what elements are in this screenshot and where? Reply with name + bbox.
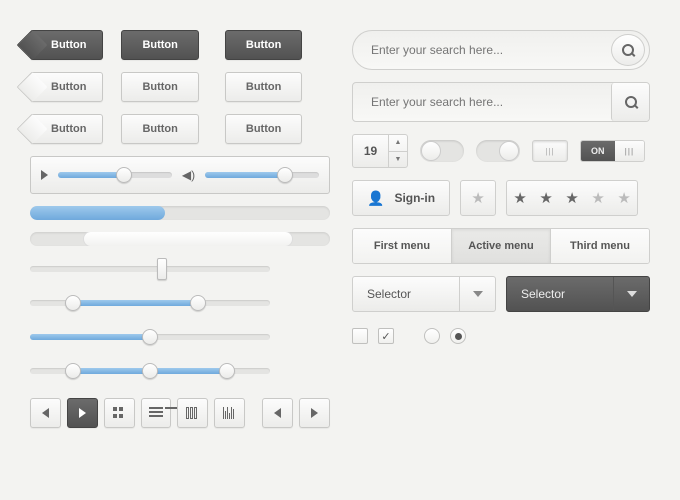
play-icon[interactable] <box>41 170 48 180</box>
label: Button <box>51 39 86 51</box>
toggle-round-on[interactable] <box>476 140 520 162</box>
list-icon <box>149 407 163 419</box>
search-button-2[interactable] <box>611 83 649 121</box>
seek-track[interactable] <box>58 172 172 178</box>
toggle-labeled[interactable]: ON||| <box>580 140 645 162</box>
barcode-icon <box>223 407 237 419</box>
view-columns-button[interactable] <box>177 398 208 428</box>
menu-tabs: First menu Active menu Third menu <box>352 228 650 264</box>
label: Button <box>142 39 177 51</box>
button-dark-2[interactable]: Button <box>225 30 302 60</box>
view-grid-button[interactable] <box>104 398 135 428</box>
selector-label: Selector <box>367 287 411 301</box>
toggle-square[interactable]: ||| <box>532 140 568 162</box>
toggle-round-off[interactable] <box>420 140 464 162</box>
tag-button-arrow[interactable]: Button <box>30 72 103 102</box>
star-button-single[interactable]: ★ <box>460 180 496 216</box>
tab-label: Third menu <box>570 240 630 252</box>
radio-checked[interactable] <box>450 328 466 344</box>
play-icon <box>79 408 86 418</box>
selector-dark[interactable]: Selector <box>506 276 650 312</box>
button-2[interactable]: Button <box>225 72 302 102</box>
audio-player: ◀) <box>30 156 330 194</box>
slider-single-square[interactable] <box>30 266 270 272</box>
tag-button-dark-arrow[interactable]: Button <box>30 30 103 60</box>
toggle-on-label: ON <box>581 141 615 161</box>
tag-button-arrow-2[interactable]: Button <box>30 114 103 144</box>
label: Button <box>51 123 86 135</box>
view-list-button[interactable] <box>141 398 172 428</box>
chevron-left-icon <box>274 408 281 418</box>
search-input[interactable] <box>371 43 611 57</box>
nav-next-button[interactable] <box>299 398 330 428</box>
star-icon: ★ <box>559 189 585 207</box>
star-icon: ★ <box>585 189 611 207</box>
slider-range[interactable] <box>30 300 270 306</box>
stepper-value: 19 <box>353 135 389 167</box>
play-button[interactable] <box>67 398 98 428</box>
tab-third[interactable]: Third menu <box>551 229 649 263</box>
selector-label: Selector <box>521 287 565 301</box>
search-rect <box>352 82 650 122</box>
selector-light[interactable]: Selector <box>352 276 496 312</box>
button[interactable]: Button <box>121 72 198 102</box>
grid-icon <box>113 407 125 419</box>
volume-track[interactable] <box>205 172 319 178</box>
progress-bar-blue <box>30 206 330 220</box>
nav-prev-button[interactable] <box>262 398 293 428</box>
chevron-right-icon <box>311 408 318 418</box>
view-barcode-button[interactable] <box>214 398 245 428</box>
columns-icon <box>186 407 200 419</box>
label: Button <box>246 123 281 135</box>
search-button[interactable] <box>611 34 645 66</box>
chevron-down-icon <box>473 291 483 297</box>
star-rating[interactable]: ★ ★ ★ ★ ★ <box>506 180 638 216</box>
search-icon <box>622 44 634 56</box>
tab-label: First menu <box>374 240 430 252</box>
volume-icon[interactable]: ◀) <box>182 168 195 182</box>
search-icon <box>625 96 637 108</box>
button-3[interactable]: Button <box>121 114 198 144</box>
label: Button <box>246 39 281 51</box>
user-icon: 👤 <box>367 190 384 207</box>
star-icon: ★ <box>507 189 533 207</box>
label: Button <box>142 123 177 135</box>
tab-label: Active menu <box>468 240 533 252</box>
radio-unchecked[interactable] <box>424 328 440 344</box>
signin-button[interactable]: 👤 Sign-in <box>352 180 450 216</box>
stepper-up[interactable]: ▲ <box>389 135 407 152</box>
checkbox-checked[interactable]: ✓ <box>378 328 394 344</box>
star-icon: ★ <box>465 189 491 207</box>
star-icon: ★ <box>611 189 637 207</box>
label: Button <box>142 81 177 93</box>
stepper-down[interactable]: ▼ <box>389 152 407 168</box>
label: Button <box>246 81 281 93</box>
selector-caret <box>613 277 649 311</box>
progress-bar-light <box>30 232 330 246</box>
selector-caret <box>459 277 495 311</box>
label: Button <box>51 81 86 93</box>
slider-single[interactable] <box>30 334 270 340</box>
number-stepper: 19 ▲▼ <box>352 134 408 168</box>
search-input-2[interactable] <box>371 95 611 109</box>
checkbox-unchecked[interactable] <box>352 328 368 344</box>
signin-label: Sign-in <box>394 191 435 205</box>
chevron-down-icon <box>627 291 637 297</box>
chevron-left-icon <box>42 408 49 418</box>
tab-active[interactable]: Active menu <box>452 229 551 263</box>
star-icon: ★ <box>533 189 559 207</box>
button-4[interactable]: Button <box>225 114 302 144</box>
search-pill <box>352 30 650 70</box>
tab-first[interactable]: First menu <box>353 229 452 263</box>
slider-triple[interactable] <box>30 368 270 374</box>
button-dark[interactable]: Button <box>121 30 198 60</box>
prev-button[interactable] <box>30 398 61 428</box>
